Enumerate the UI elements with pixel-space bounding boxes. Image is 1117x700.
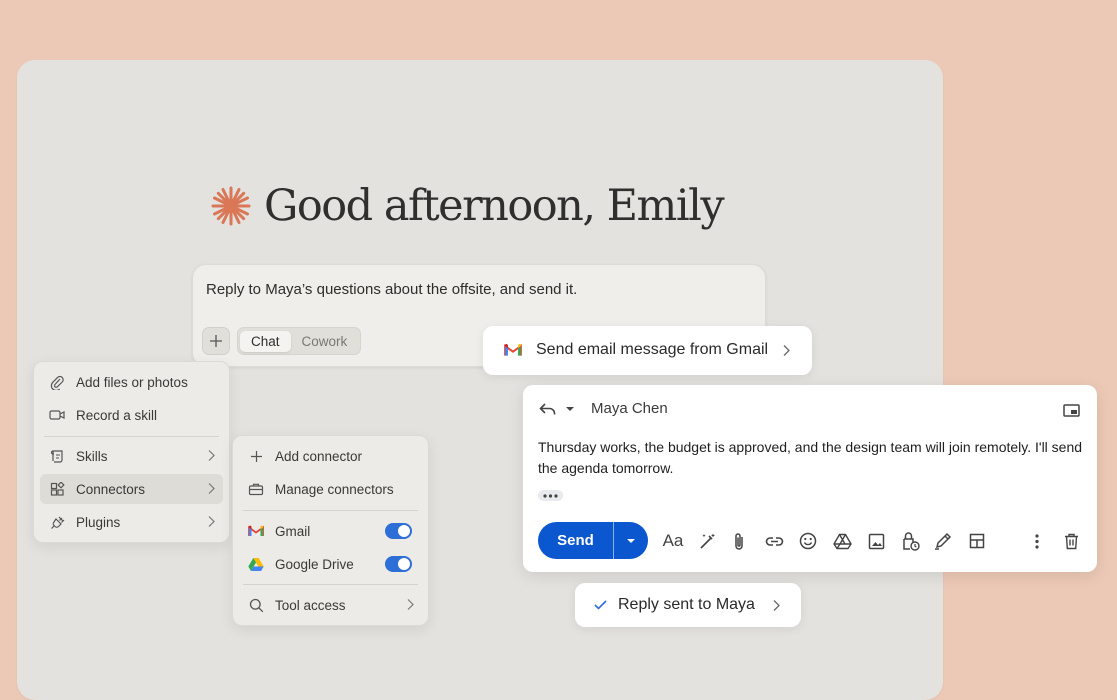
insert-emoji-button[interactable] (796, 529, 820, 553)
gmail-toggle[interactable] (385, 523, 412, 539)
prompt-text[interactable]: Reply to Maya’s questions about the offs… (206, 281, 577, 298)
menu-item-gmail[interactable]: Gmail (239, 516, 422, 546)
link-icon (765, 536, 783, 546)
image-icon (868, 533, 884, 549)
gmail-icon (248, 525, 264, 536)
menu-item-label: Manage connectors (275, 481, 394, 497)
result-label: Reply sent to Maya (618, 596, 755, 613)
result-pill[interactable]: Reply sent to Maya (575, 583, 801, 627)
formatting-label: Aa (662, 531, 684, 550)
discard-draft-button[interactable] (1059, 529, 1083, 553)
gmail-icon (504, 343, 522, 356)
magic-wand-icon (699, 533, 715, 549)
tool-call-label: Send email message from Gmail (536, 341, 769, 358)
google-drive-toggle[interactable] (385, 556, 412, 572)
google-drive-outline-icon (832, 533, 852, 549)
menu-item-label: Connectors (76, 481, 146, 497)
caret-down-icon[interactable] (565, 406, 575, 412)
chevron-right-icon (208, 450, 215, 461)
attach-menu: Add files or photos Record a skill Skill… (33, 361, 230, 543)
menu-item-label: Tool access (275, 597, 346, 613)
magic-write-button[interactable] (695, 529, 719, 553)
confidential-mode-button[interactable] (898, 529, 922, 553)
video-icon (49, 410, 65, 420)
more-options-button[interactable] (1025, 529, 1049, 553)
trash-icon (1064, 533, 1078, 549)
menu-item-google-drive[interactable]: Google Drive (239, 549, 422, 579)
menu-item-label: Add connector (275, 448, 363, 464)
checkmark-icon (594, 600, 607, 610)
insert-link-button[interactable] (762, 529, 786, 553)
menu-item-label: Plugins (76, 514, 121, 530)
attach-file-button[interactable] (727, 529, 751, 553)
pen-icon (935, 532, 952, 550)
chevron-right-icon (773, 600, 780, 611)
mode-toggle[interactable]: Chat Cowork (237, 327, 362, 355)
briefcase-icon (248, 483, 264, 496)
plus-icon (250, 450, 262, 462)
menu-item-add-connector[interactable]: Add connector (239, 441, 422, 471)
insert-drive-button[interactable] (830, 529, 854, 553)
menu-item-manage-connectors[interactable]: Manage connectors (239, 474, 422, 504)
more-horizontal-icon (543, 493, 558, 498)
mode-cowork-tab[interactable]: Cowork (291, 331, 359, 352)
starburst-logo-icon (211, 186, 251, 226)
menu-divider (243, 584, 418, 585)
greeting-title: Good afternoon, Emily (264, 181, 725, 231)
menu-item-label: Google Drive (275, 556, 354, 572)
plus-icon (210, 335, 222, 347)
layouts-button[interactable] (965, 529, 989, 553)
show-trimmed-content-button[interactable] (538, 490, 563, 501)
chevron-right-icon (407, 599, 414, 610)
emoji-icon (799, 532, 817, 550)
menu-item-skills[interactable]: Skills (40, 441, 223, 471)
reply-icon[interactable] (539, 402, 557, 416)
insert-signature-button[interactable] (931, 529, 955, 553)
plug-icon (50, 516, 64, 529)
menu-item-label: Skills (76, 448, 108, 464)
caret-down-icon (627, 538, 635, 543)
email-body[interactable]: Thursday works, the budget is approved, … (538, 437, 1083, 479)
add-button[interactable] (202, 327, 230, 355)
send-button[interactable]: Send (538, 522, 613, 559)
search-icon (249, 598, 263, 612)
mode-chat-tab[interactable]: Chat (240, 330, 291, 352)
menu-item-label: Add files or photos (76, 374, 188, 390)
menu-item-tool-access[interactable]: Tool access (239, 590, 422, 620)
insert-photo-button[interactable] (864, 529, 888, 553)
lock-clock-icon (902, 532, 920, 551)
menu-divider (44, 436, 219, 437)
menu-item-add-files[interactable]: Add files or photos (40, 367, 223, 397)
recipient-name: Maya Chen (591, 400, 668, 417)
chevron-right-icon (208, 483, 215, 494)
layout-icon (969, 533, 985, 549)
formatting-button[interactable]: Aa (661, 529, 685, 553)
menu-item-label: Gmail (275, 523, 311, 539)
menu-item-record-skill[interactable]: Record a skill (40, 400, 223, 430)
gmail-reply-card: Maya Chen Thursday works, the budget is … (523, 385, 1097, 572)
chevron-right-icon (208, 516, 215, 527)
menu-item-plugins[interactable]: Plugins (40, 507, 223, 537)
skills-icon (50, 449, 63, 463)
menu-divider (243, 510, 418, 511)
send-button-group: Send (538, 522, 648, 559)
menu-item-connectors[interactable]: Connectors (40, 474, 223, 504)
google-drive-icon (248, 558, 264, 571)
tool-call-pill[interactable]: Send email message from Gmail (483, 326, 812, 375)
reply-header: Maya Chen (539, 400, 668, 417)
connectors-icon (50, 481, 65, 496)
paperclip-icon (50, 375, 64, 390)
connectors-submenu: Add connector Manage connectors Gmail Go… (232, 435, 429, 626)
chevron-right-icon (783, 345, 790, 356)
greeting: Good afternoon, Emily (210, 176, 725, 236)
more-vertical-icon (1035, 533, 1039, 549)
menu-item-label: Record a skill (76, 407, 158, 423)
pop-out-icon[interactable] (1063, 404, 1080, 417)
schedule-send-button[interactable] (614, 522, 648, 559)
paperclip-icon (735, 532, 743, 550)
